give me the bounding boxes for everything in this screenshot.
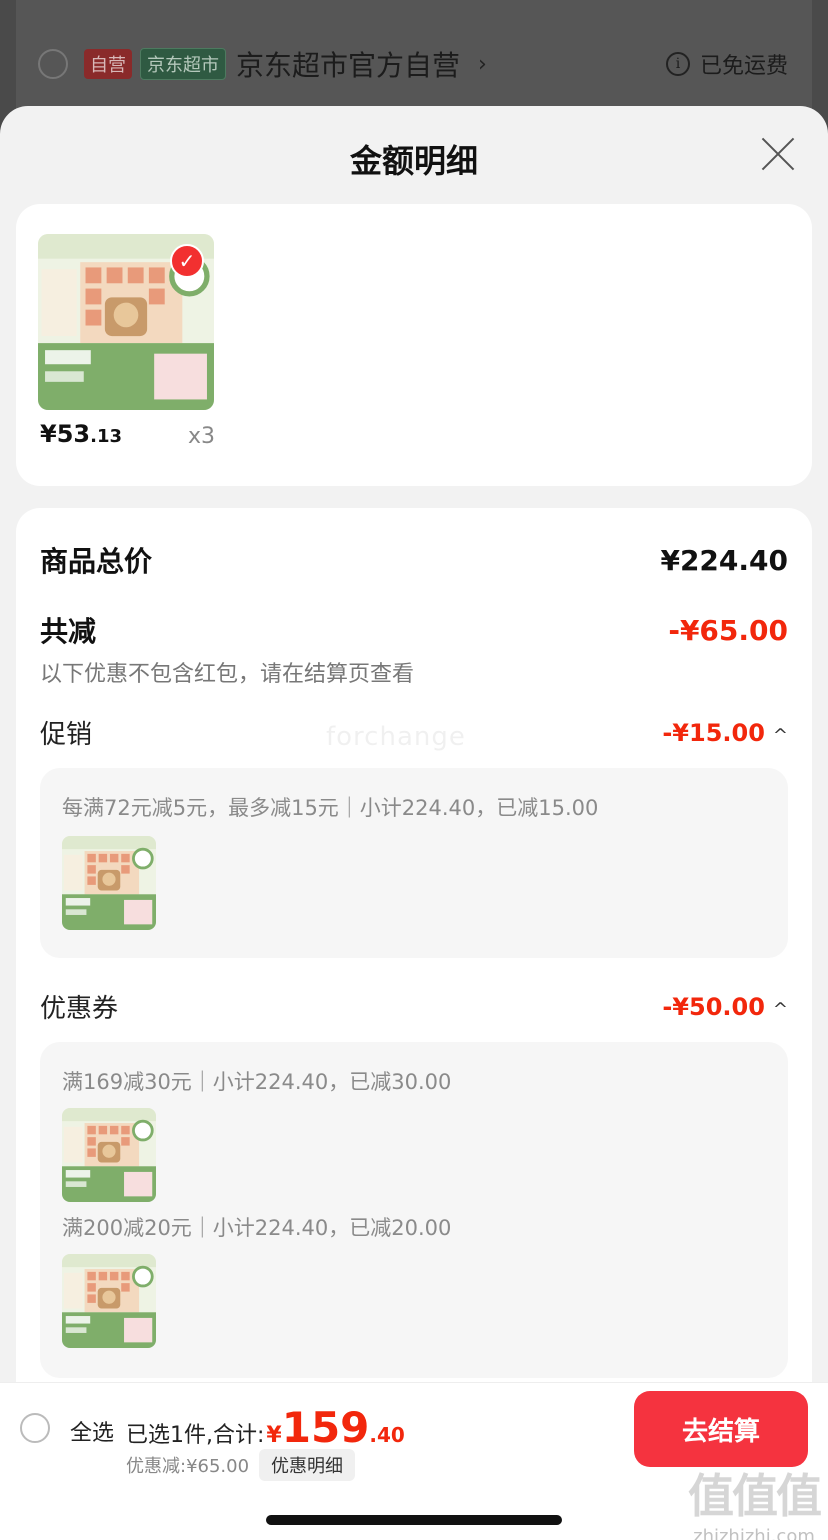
discount-text: 优惠减:¥65.00 <box>126 1456 250 1477</box>
coupon-rule: 满200减20元｜小计224.40，已减20.00 <box>62 1216 452 1240</box>
promo-label: 促销 <box>40 720 93 750</box>
total-row: 商品总价 ¥224.40 <box>40 540 788 580</box>
store-row: 自营 京东超市 京东超市官方自营 › <box>38 44 487 84</box>
discount-line: 优惠减:¥65.00 优惠明细 <box>126 1449 356 1481</box>
product-quantity: x3 <box>188 424 216 449</box>
store-name[interactable]: 京东超市官方自营 <box>236 44 460 84</box>
chevron-up-icon[interactable]: ^ <box>773 999 788 1020</box>
product-price-dec: .13 <box>90 426 122 447</box>
select-all-radio[interactable] <box>20 1413 50 1443</box>
coupon-product-thumb[interactable] <box>62 1254 156 1348</box>
home-indicator[interactable] <box>266 1515 562 1525</box>
site-watermark-url: zhizhizhi.com <box>693 1526 815 1540</box>
site-watermark-logo: 值值值 <box>688 1469 822 1523</box>
sheet-title: 金额明细 <box>349 142 478 180</box>
promo-product-thumb[interactable] <box>62 836 156 930</box>
product-price-int: ¥53 <box>40 420 91 448</box>
reduce-note: 以下优惠不包含红包，请在结算页查看 <box>40 662 415 687</box>
total-value: ¥224.40 <box>660 543 788 577</box>
coupon-rule: 满169减30元｜小计224.40，已减30.00 <box>62 1070 452 1094</box>
shipping-info: i 已免运费 <box>665 48 788 80</box>
jd-supermarket-tag: 京东超市 <box>140 48 226 80</box>
store-select-radio[interactable] <box>38 49 68 79</box>
promo-rule: 每满72元减5元，最多减15元｜小计224.40，已减15.00 <box>62 796 599 820</box>
reduce-label: 共减 <box>40 615 97 648</box>
self-operated-tag: 自营 <box>84 49 132 79</box>
select-all-label[interactable]: 全选 <box>70 1415 114 1447</box>
close-icon[interactable] <box>760 136 796 172</box>
sum-label: 已选1件,合计: <box>126 1423 265 1448</box>
total-label: 商品总价 <box>40 545 153 578</box>
promo-group: 每满72元减5元，最多减15元｜小计224.40，已减15.00 <box>40 768 788 958</box>
chevron-up-icon[interactable]: ^ <box>773 725 788 746</box>
sum-decimal: .40 <box>369 1423 405 1447</box>
info-icon[interactable]: i <box>665 52 690 76</box>
coupon-row[interactable]: 优惠券 -¥50.00 ^ <box>40 988 788 1025</box>
product-price: ¥53.13 <box>40 420 122 448</box>
sum-integer: 159 <box>281 1403 370 1452</box>
sum-currency: ¥ <box>266 1423 282 1448</box>
sum-line: 已选1件,合计: ¥ 159 .40 <box>126 1403 405 1452</box>
checkout-button[interactable]: 去结算 <box>634 1391 808 1467</box>
coupon-value: -¥50.00 <box>662 992 765 1021</box>
reduce-row: 共减 -¥65.00 <box>40 610 788 650</box>
promo-value: -¥15.00 <box>662 718 765 747</box>
coupon-product-thumb[interactable] <box>62 1108 156 1202</box>
free-shipping-label: 已免运费 <box>699 54 788 79</box>
promo-row[interactable]: 促销 -¥15.00 ^ <box>40 714 788 751</box>
discount-detail-button[interactable]: 优惠明细 <box>259 1449 356 1481</box>
coupon-label: 优惠券 <box>40 994 119 1024</box>
reduce-value: -¥65.00 <box>668 613 788 647</box>
coupon-group: 满169减30元｜小计224.40，已减30.00 满200减20元｜小计224… <box>40 1042 788 1378</box>
checkmark-icon: ✓ <box>170 244 204 278</box>
site-watermark: 值值值 zhizhizhi.com <box>688 1460 822 1540</box>
chevron-right-icon[interactable]: › <box>478 52 487 77</box>
amount-detail-sheet: 金额明细 ✓ ¥53.13 x3 商品总价 ¥224.40 共减 -¥65.00… <box>0 106 828 1540</box>
product-card: ✓ ¥53.13 x3 <box>16 204 812 486</box>
